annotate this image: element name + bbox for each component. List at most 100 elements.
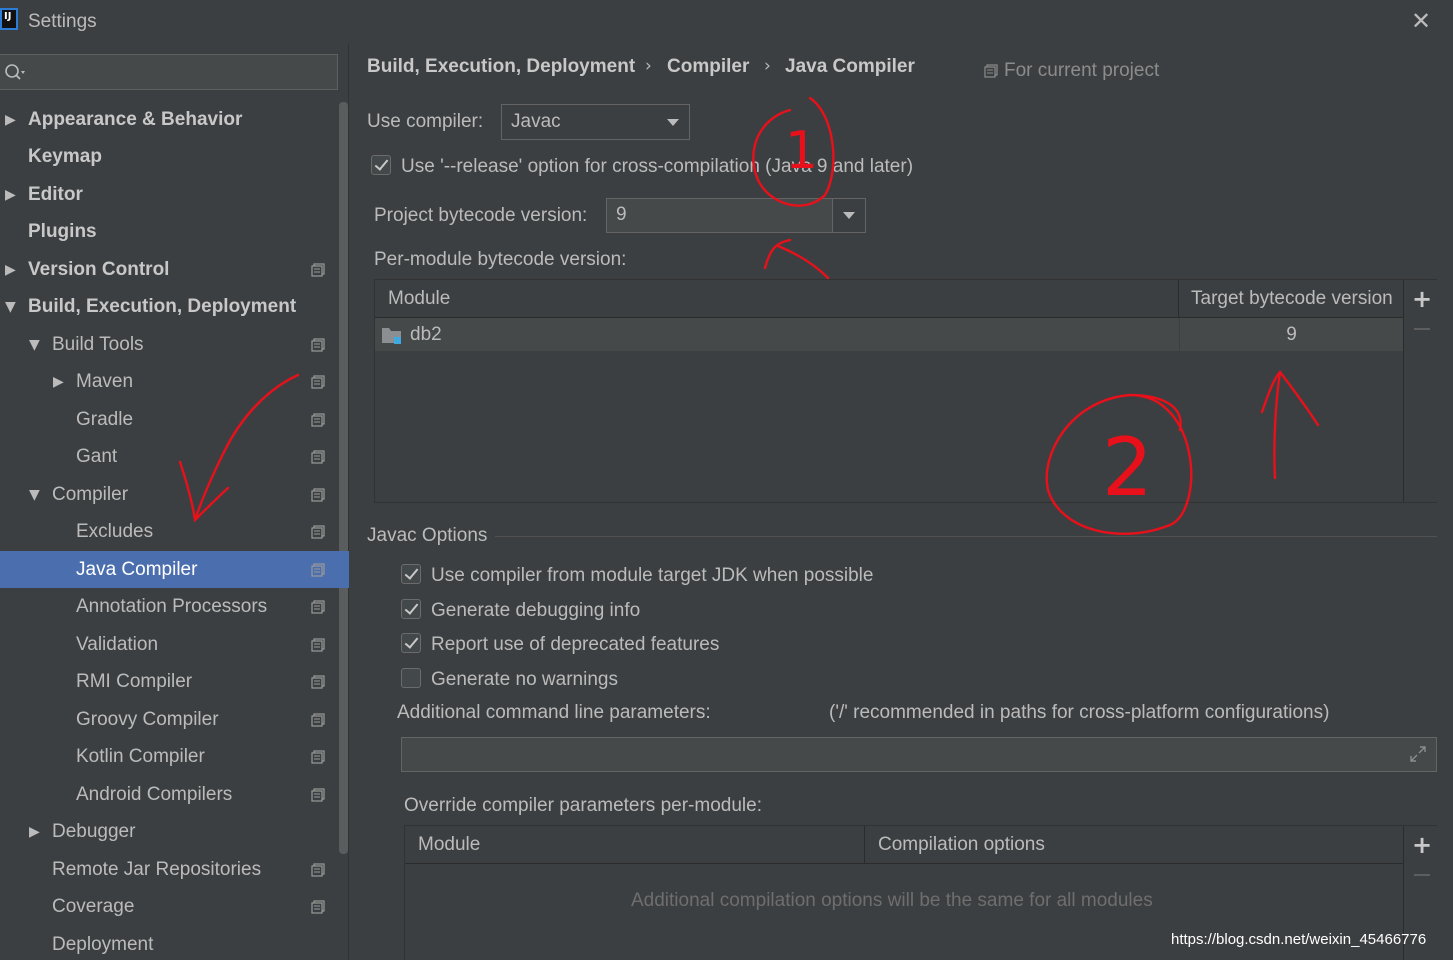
option-label: Use compiler from module target JDK when… — [431, 565, 874, 586]
collapsed-arrow-icon[interactable]: ▶ — [5, 112, 19, 128]
sidebar-item-label: Compiler — [52, 483, 129, 505]
sidebar-item-label: Android Compilers — [76, 783, 233, 805]
project-scope-icon — [311, 862, 325, 877]
option-checkbox[interactable] — [401, 564, 421, 584]
sidebar-item[interactable]: Gant — [0, 438, 349, 475]
sidebar-item-label: Build, Execution, Deployment — [28, 295, 297, 317]
project-scope-icon — [311, 337, 325, 352]
project-scope-icon — [311, 637, 325, 652]
project-scope-icon — [311, 787, 325, 802]
option-checkbox[interactable] — [401, 599, 421, 619]
column-header-module[interactable]: Module — [405, 826, 865, 864]
title-bar: IJ Settings ✕ — [0, 0, 1453, 44]
remove-icon[interactable] — [1414, 328, 1430, 330]
column-header-compilation-options[interactable]: Compilation options — [865, 826, 1403, 864]
collapsed-arrow-icon[interactable]: ▶ — [5, 262, 19, 278]
project-scope-icon — [311, 674, 325, 689]
table-header: Module Compilation options — [405, 826, 1403, 864]
option-label: Generate debugging info — [431, 600, 641, 621]
sidebar-item[interactable]: Coverage — [0, 888, 349, 925]
collapsed-arrow-icon[interactable]: ▶ — [5, 187, 19, 203]
sidebar-item[interactable]: Java Compiler — [0, 551, 349, 588]
scope-label: For current project — [1004, 60, 1160, 81]
sidebar-item[interactable]: Excludes — [0, 513, 349, 550]
expand-icon[interactable] — [1409, 745, 1427, 763]
sidebar-item[interactable]: Keymap — [0, 138, 349, 175]
sidebar-item[interactable]: Plugins — [0, 213, 349, 250]
release-option-label: Use '--release' option for cross-compila… — [401, 156, 914, 177]
expanded-arrow-icon[interactable]: ▼ — [29, 337, 43, 353]
project-scope-icon — [311, 262, 325, 277]
dropdown-button[interactable] — [832, 199, 865, 232]
project-scope-icon — [311, 712, 325, 727]
search-input[interactable] — [0, 54, 338, 90]
option-checkbox[interactable] — [401, 668, 421, 688]
expanded-arrow-icon[interactable]: ▼ — [29, 487, 43, 503]
breadcrumb-item[interactable]: Build, Execution, Deployment — [367, 56, 635, 78]
additional-params-label: Additional command line parameters: — [397, 702, 711, 723]
project-scope-icon — [311, 899, 325, 914]
sidebar-item[interactable]: Kotlin Compiler — [0, 738, 349, 775]
sidebar-item-label: Groovy Compiler — [76, 708, 219, 730]
option-label: Report use of deprecated features — [431, 634, 720, 655]
release-option-checkbox[interactable] — [371, 155, 391, 175]
watermark-url: https://blog.csdn.net/weixin_45466776 — [1171, 931, 1427, 948]
collapsed-arrow-icon[interactable]: ▶ — [29, 824, 43, 840]
project-bytecode-label: Project bytecode version: — [374, 205, 588, 226]
remove-icon[interactable] — [1414, 874, 1430, 876]
sidebar-item[interactable]: ▼ Build Tools — [0, 326, 349, 363]
sidebar-item-label: Java Compiler — [76, 558, 198, 580]
sidebar-item[interactable]: Annotation Processors — [0, 588, 349, 625]
project-scope-icon — [311, 487, 325, 502]
sidebar-item-label: Gant — [76, 445, 118, 467]
project-bytecode-select[interactable]: 9 — [606, 198, 866, 233]
project-scope-icon — [311, 412, 325, 427]
sidebar-item-label: Build Tools — [52, 333, 144, 355]
sidebar-item[interactable]: ▶ Debugger — [0, 813, 349, 850]
sidebar-item[interactable]: ▼ Build, Execution, Deployment — [0, 288, 349, 325]
table-toolbar: + — [1403, 280, 1439, 502]
sidebar-item-label: Annotation Processors — [76, 595, 268, 617]
javac-options-title: Javac Options — [367, 525, 488, 546]
sidebar-item-label: Maven — [76, 370, 134, 392]
additional-params-input[interactable] — [401, 737, 1437, 772]
sidebar-item-label: Coverage — [52, 895, 135, 917]
project-scope-icon — [311, 449, 325, 464]
table-header: Module Target bytecode version — [375, 280, 1403, 318]
sidebar-item[interactable]: Validation — [0, 626, 349, 663]
sidebar-item[interactable]: Android Compilers — [0, 776, 349, 813]
sidebar-item[interactable]: ▶ Editor — [0, 176, 349, 213]
project-scope-icon — [984, 64, 998, 78]
target-version-cell[interactable]: 9 — [1179, 318, 1403, 352]
table-row[interactable]: db2 9 — [375, 318, 1403, 352]
sidebar-item[interactable]: Gradle — [0, 401, 349, 438]
collapsed-arrow-icon[interactable]: ▶ — [53, 374, 67, 390]
window-title: Settings — [28, 11, 97, 32]
sidebar-item-label: Kotlin Compiler — [76, 745, 205, 767]
project-scope-icon — [311, 562, 325, 577]
compiler-select[interactable]: Javac — [501, 104, 690, 140]
sidebar-item[interactable]: Deployment — [0, 926, 349, 960]
add-icon[interactable]: + — [1412, 287, 1432, 311]
sidebar-item[interactable]: ▶ Version Control — [0, 251, 349, 288]
sidebar-item[interactable]: ▶ Maven — [0, 363, 349, 400]
sidebar-item[interactable]: ▶ Appearance & Behavior — [0, 101, 349, 138]
add-icon[interactable]: + — [1412, 833, 1432, 857]
breadcrumb-item[interactable]: Compiler — [667, 56, 749, 78]
sidebar-item[interactable]: Groovy Compiler — [0, 701, 349, 738]
sidebar-item[interactable]: Remote Jar Repositories — [0, 851, 349, 888]
column-header-module[interactable]: Module — [375, 280, 1179, 318]
close-icon[interactable]: ✕ — [1408, 8, 1434, 34]
sidebar-item-label: Debugger — [52, 820, 136, 842]
sidebar-item-label: Excludes — [76, 520, 154, 542]
expanded-arrow-icon[interactable]: ▼ — [5, 299, 19, 315]
option-checkbox[interactable] — [401, 633, 421, 653]
sidebar-item-label: Remote Jar Repositories — [52, 858, 262, 880]
settings-content: Build, Execution, Deployment › Compiler … — [350, 44, 1453, 960]
breadcrumb-item: Java Compiler — [785, 56, 915, 77]
search-icon — [5, 64, 25, 80]
empty-table-text: Additional compilation options will be t… — [631, 890, 1153, 911]
sidebar-item[interactable]: ▼ Compiler — [0, 476, 349, 513]
column-header-target[interactable]: Target bytecode version — [1179, 280, 1403, 318]
sidebar-item[interactable]: RMI Compiler — [0, 663, 349, 700]
